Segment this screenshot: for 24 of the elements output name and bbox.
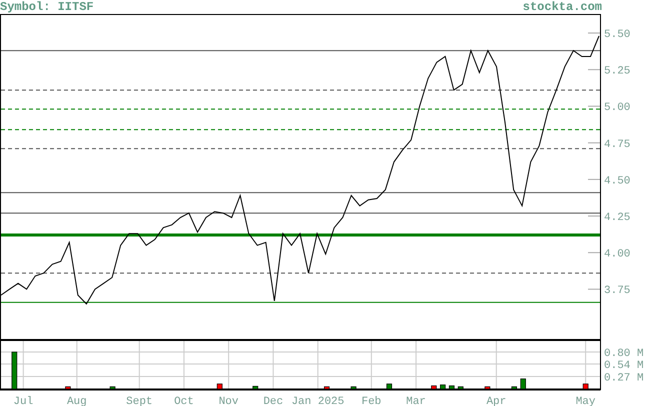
axis-label: 5.50 [604,29,630,42]
axis-label: 3.75 [604,285,630,298]
site-name: stockta.com [522,0,602,14]
symbol-label: Symbol: IITSF [0,0,94,14]
month-label: May [576,396,596,406]
month-label: Feb [362,396,382,406]
month-label: Sept [126,396,153,406]
month-label: Jan 2025 [291,396,344,406]
axis-label: 4.75 [604,138,630,151]
month-label: Jul [13,396,34,406]
month-label: Mar [406,396,426,406]
month-label: Nov [218,396,238,406]
axis-label: 5.25 [604,66,630,78]
axis-label: 4.25 [604,212,630,224]
axis-label: 4.00 [604,248,630,261]
axis-label: 5.00 [604,102,630,114]
axis-label: 4.50 [604,175,630,188]
month-label: Apr [486,396,506,406]
axis-label: 0.27 M [604,372,644,385]
month-label: Dec [263,396,284,406]
month-label: Aug [66,396,87,406]
month-label: Oct [174,396,194,406]
axis-label: 0.80 M [604,348,644,360]
axis-label: 0.54 M [604,360,644,372]
